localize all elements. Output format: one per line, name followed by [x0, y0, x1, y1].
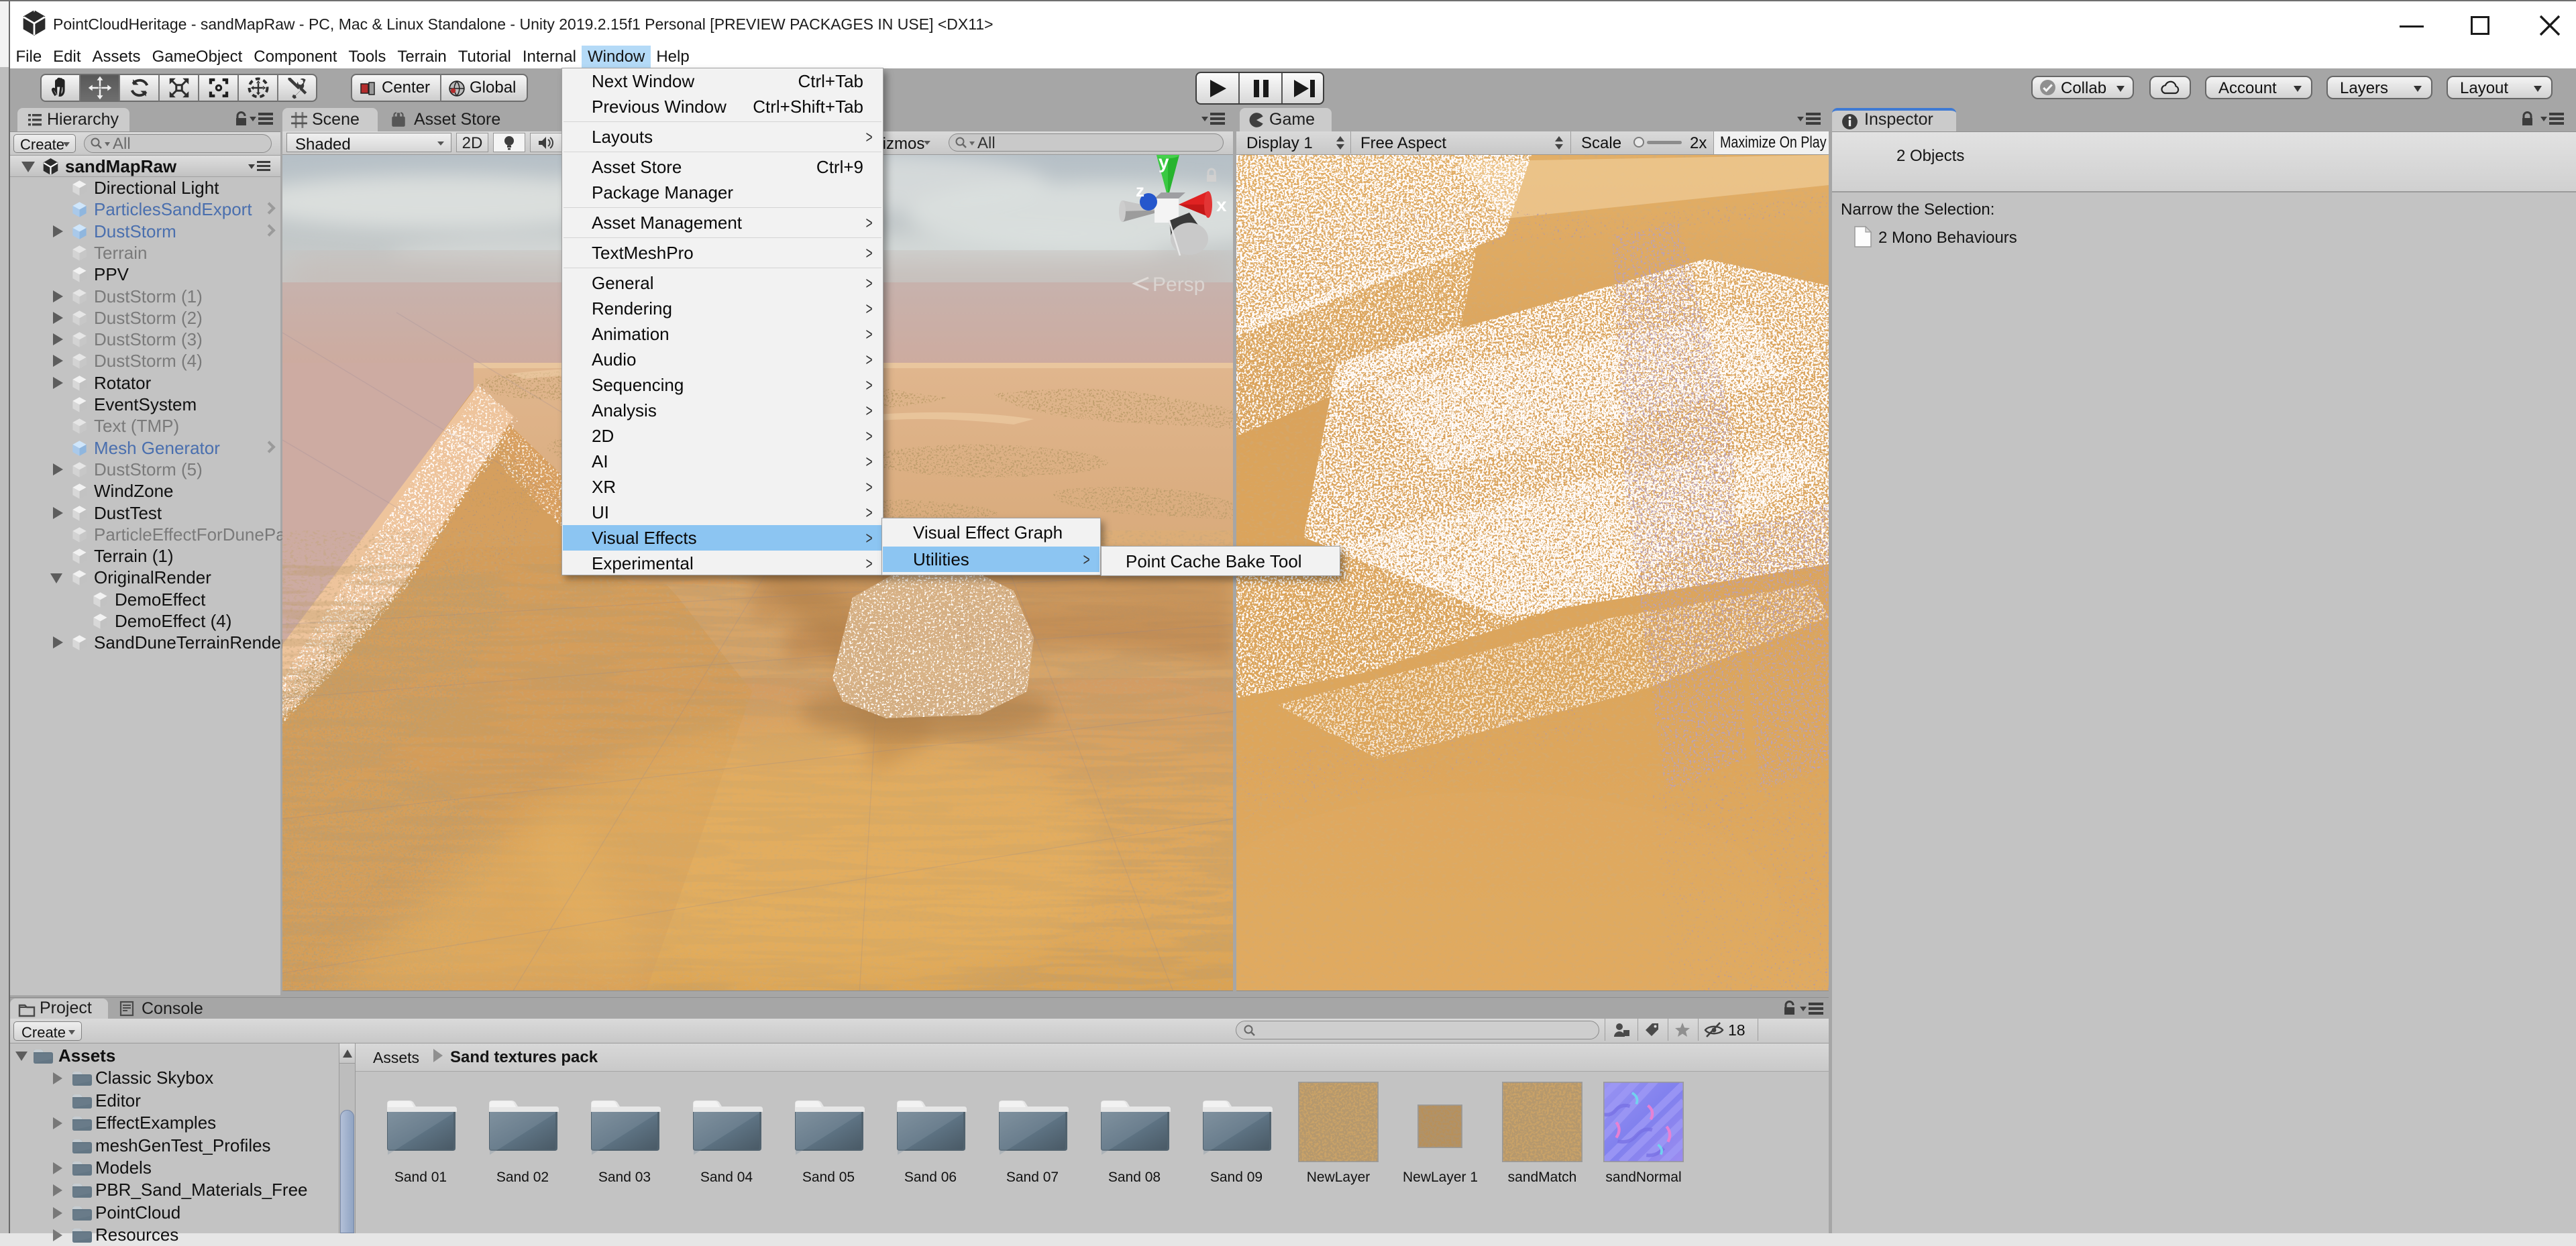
svg-text:x: x: [1216, 194, 1227, 215]
svg-text:z: z: [1136, 180, 1144, 201]
svg-text:Persp: Persp: [1152, 274, 1205, 296]
svg-text:y: y: [1159, 155, 1169, 172]
